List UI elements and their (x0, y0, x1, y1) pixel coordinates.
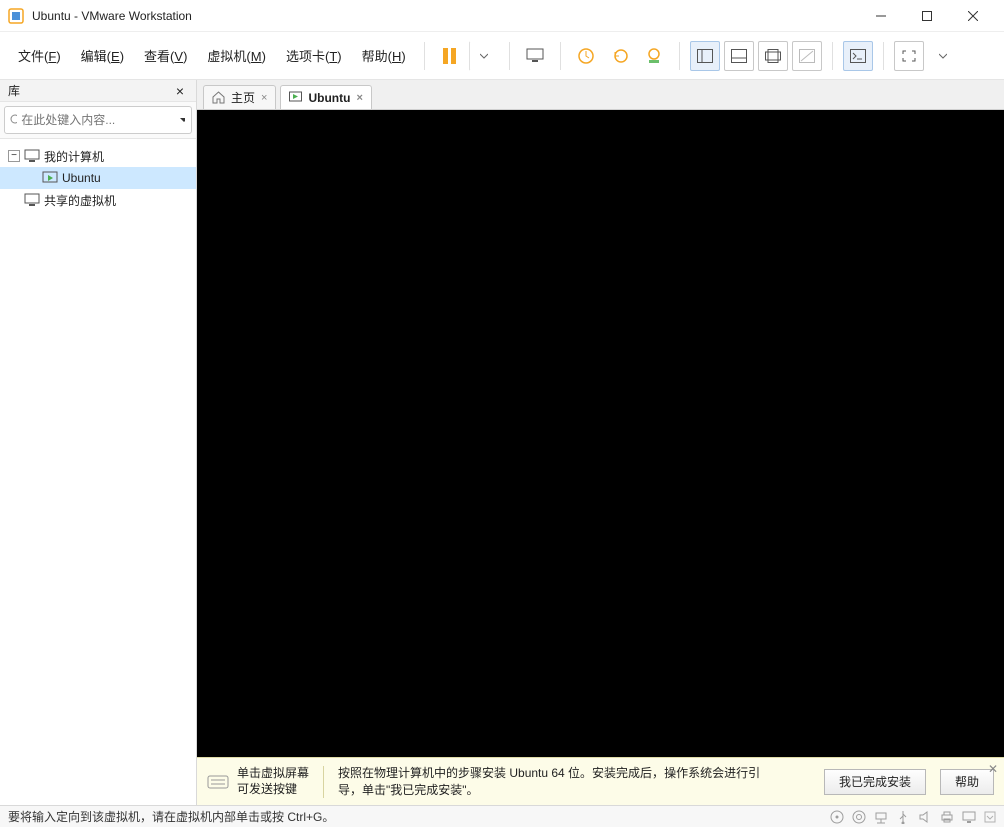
menu-view[interactable]: 查看(V) (136, 43, 195, 68)
tree-label: Ubuntu (62, 171, 101, 185)
home-icon (212, 91, 225, 104)
tree-label: 我的计算机 (44, 148, 104, 165)
separator (424, 42, 425, 70)
library-close-button[interactable]: × (172, 83, 188, 99)
menu-tabs[interactable]: 选项卡(T) (278, 43, 350, 68)
search-input[interactable] (17, 111, 180, 129)
tree-shared-vms[interactable]: 共享的虚拟机 (0, 189, 196, 211)
status-text: 要将输入定向到该虚拟机，请在虚拟机内部单击或按 Ctrl+G。 (8, 808, 334, 825)
hint-left-line1: 单击虚拟屏幕 (237, 766, 309, 782)
install-done-button[interactable]: 我已完成安装 (824, 769, 926, 795)
pause-button[interactable] (435, 41, 465, 71)
clock-manage-icon (645, 47, 663, 65)
status-bar: 要将输入定向到该虚拟机，请在虚拟机内部单击或按 Ctrl+G。 (0, 805, 1004, 827)
main-area: 主页 × Ubuntu × 单击虚拟屏幕 可发送按键 按照在物理计算机中的步骤安… (197, 80, 1004, 805)
menu-edit[interactable]: 编辑(E) (73, 43, 132, 68)
chevron-down-icon[interactable] (180, 116, 185, 124)
fullscreen-icon (901, 49, 917, 63)
window-title: Ubuntu - VMware Workstation (32, 9, 192, 23)
keyboard-icon (207, 773, 229, 791)
display-icon[interactable] (962, 810, 976, 824)
separator (323, 766, 324, 798)
separator (832, 42, 833, 70)
library-search[interactable] (4, 106, 192, 134)
menu-toolbar: 文件(F) 编辑(E) 查看(V) 虚拟机(M) 选项卡(T) 帮助(H) (0, 32, 1004, 80)
tree-label: 共享的虚拟机 (44, 192, 116, 209)
maximize-button[interactable] (904, 0, 950, 32)
snapshot-manager-button[interactable] (639, 41, 669, 71)
network-icon[interactable] (874, 810, 888, 824)
chevron-down-icon (939, 52, 947, 60)
usb-icon[interactable] (896, 810, 910, 824)
separator (509, 42, 510, 70)
menu-vm[interactable]: 虚拟机(M) (199, 43, 274, 68)
vm-icon (42, 170, 58, 186)
hint-message: 按照在物理计算机中的步骤安装 Ubuntu 64 位。安装完成后，操作系统会进行… (338, 765, 768, 799)
search-icon (9, 113, 17, 127)
cd-icon[interactable] (852, 810, 866, 824)
device-tray (830, 810, 996, 824)
vm-display[interactable] (197, 110, 1004, 757)
view-layout-3-button[interactable] (758, 41, 788, 71)
menu-help[interactable]: 帮助(H) (354, 43, 414, 68)
library-title: 库 (8, 82, 172, 99)
tree-my-computer[interactable]: − 我的计算机 (0, 145, 196, 167)
tab-ubuntu[interactable]: Ubuntu × (280, 85, 371, 109)
power-dropdown[interactable] (469, 41, 499, 71)
library-panel: 库 × − 我的计算机 Ubuntu 共享的虚拟机 (0, 80, 197, 805)
tab-label: 主页 (231, 89, 255, 106)
close-button[interactable] (950, 0, 996, 32)
view-layout-1-button[interactable] (690, 41, 720, 71)
printer-icon[interactable] (940, 810, 954, 824)
clock-icon (577, 47, 595, 65)
hint-close-button[interactable]: ✕ (988, 762, 998, 776)
library-header: 库 × (0, 80, 196, 102)
separator (679, 42, 680, 70)
title-bar: Ubuntu - VMware Workstation (0, 0, 1004, 32)
clock-back-icon (611, 47, 629, 65)
fullscreen-dropdown[interactable] (928, 41, 958, 71)
shared-icon (24, 192, 40, 208)
tab-close-button[interactable]: × (356, 92, 362, 104)
separator (560, 42, 561, 70)
tab-home[interactable]: 主页 × (203, 85, 276, 109)
view-layout-disabled-button[interactable] (792, 41, 822, 71)
tab-label: Ubuntu (308, 91, 350, 105)
console-button[interactable] (843, 41, 873, 71)
tray-dropdown-icon[interactable] (984, 811, 996, 823)
snapshot-button[interactable] (571, 41, 601, 71)
monitor-icon (525, 47, 545, 65)
disk-icon[interactable] (830, 810, 844, 824)
fullscreen-button[interactable] (894, 41, 924, 71)
chevron-down-icon (480, 52, 488, 60)
tab-close-button[interactable]: × (261, 92, 267, 104)
hint-left-line2: 可发送按键 (237, 782, 309, 798)
revert-snapshot-button[interactable] (605, 41, 635, 71)
menu-file[interactable]: 文件(F) (10, 43, 69, 68)
monitor-icon (24, 148, 40, 164)
tab-bar: 主页 × Ubuntu × (197, 80, 1004, 110)
collapse-icon[interactable]: − (8, 150, 20, 162)
send-ctrl-alt-del-button[interactable] (520, 41, 550, 71)
tree-ubuntu[interactable]: Ubuntu (0, 167, 196, 189)
help-button[interactable]: 帮助 (940, 769, 994, 795)
minimize-button[interactable] (858, 0, 904, 32)
view-layout-2-button[interactable] (724, 41, 754, 71)
library-tree: − 我的计算机 Ubuntu 共享的虚拟机 (0, 138, 196, 805)
separator (883, 42, 884, 70)
install-hint-bar: 单击虚拟屏幕 可发送按键 按照在物理计算机中的步骤安装 Ubuntu 64 位。… (197, 757, 1004, 805)
vm-icon (289, 91, 302, 104)
app-icon (8, 8, 24, 24)
sound-icon[interactable] (918, 810, 932, 824)
console-icon (850, 49, 866, 63)
